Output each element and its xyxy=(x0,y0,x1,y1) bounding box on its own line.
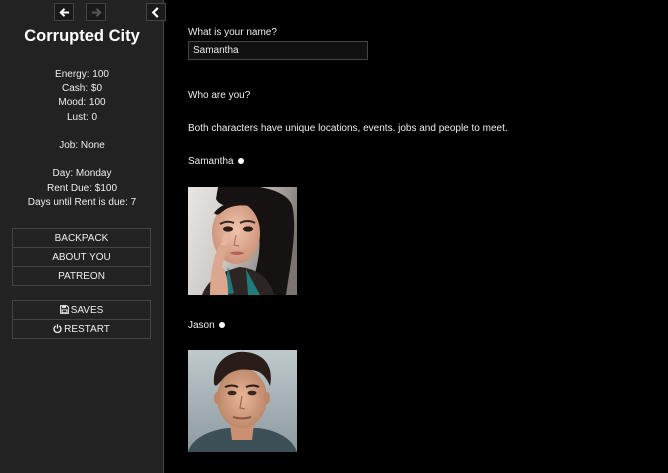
ui-bar: Corrupted City Energy: 100 Cash: $0 Mood… xyxy=(0,0,166,473)
story-title: Corrupted City xyxy=(24,27,140,45)
stat-rent-due: Rent Due: $100 xyxy=(46,182,118,194)
stat-lust: Lust: 0 xyxy=(66,111,98,123)
stats-panel: Energy: 100 Cash: $0 Mood: 100 Lust: 0 J… xyxy=(0,68,164,210)
jason-portrait[interactable] xyxy=(188,350,297,452)
restart-label: RESTART xyxy=(64,324,110,335)
menu-backpack[interactable]: BACKPACK xyxy=(12,228,151,248)
character-option-jason[interactable]: Jason xyxy=(188,320,225,331)
description-text: Both characters have unique locations, e… xyxy=(188,123,508,134)
history-forward-button[interactable] xyxy=(86,3,106,21)
history-controls xyxy=(54,3,106,21)
radio-dot-icon xyxy=(218,322,225,328)
saves-button[interactable]: SAVES xyxy=(12,300,151,320)
stat-days-until-rent: Days until Rent is due: 7 xyxy=(27,196,137,208)
history-back-button[interactable] xyxy=(54,3,74,21)
stat-job: Job: None xyxy=(59,140,105,151)
stat-energy: Energy: 100 xyxy=(55,69,109,80)
samantha-portrait[interactable] xyxy=(188,187,297,295)
restart-button[interactable]: RESTART xyxy=(12,319,151,339)
character-name: Samantha xyxy=(188,156,234,167)
chevron-left-icon xyxy=(151,6,159,18)
radio-dot-icon xyxy=(237,158,244,164)
power-icon xyxy=(53,324,62,333)
saves-label: SAVES xyxy=(70,305,104,316)
arrow-left-icon xyxy=(58,7,69,17)
arrow-right-icon xyxy=(91,7,102,17)
character-option-samantha[interactable]: Samantha xyxy=(188,156,244,167)
menu-patreon[interactable]: PATREON xyxy=(12,266,151,286)
floppy-disk-icon xyxy=(59,305,69,314)
jason-portrait-image xyxy=(188,350,297,452)
name-question: What is your name? xyxy=(188,27,277,38)
system-menu: SAVES RESTART xyxy=(12,300,151,339)
samantha-portrait-image xyxy=(188,187,297,295)
sidebar-toggle-button[interactable] xyxy=(146,3,166,21)
character-name: Jason xyxy=(188,320,215,331)
stat-day: Day: Monday xyxy=(52,168,112,180)
who-question: Who are you? xyxy=(188,90,251,101)
name-input[interactable] xyxy=(188,41,368,60)
menu-about-you[interactable]: ABOUT YOU xyxy=(12,247,151,267)
stat-cash: Cash: $0 xyxy=(61,83,103,95)
story-menu: BACKPACK ABOUT YOU PATREON xyxy=(12,228,151,286)
stat-mood: Mood: 100 xyxy=(58,97,106,109)
